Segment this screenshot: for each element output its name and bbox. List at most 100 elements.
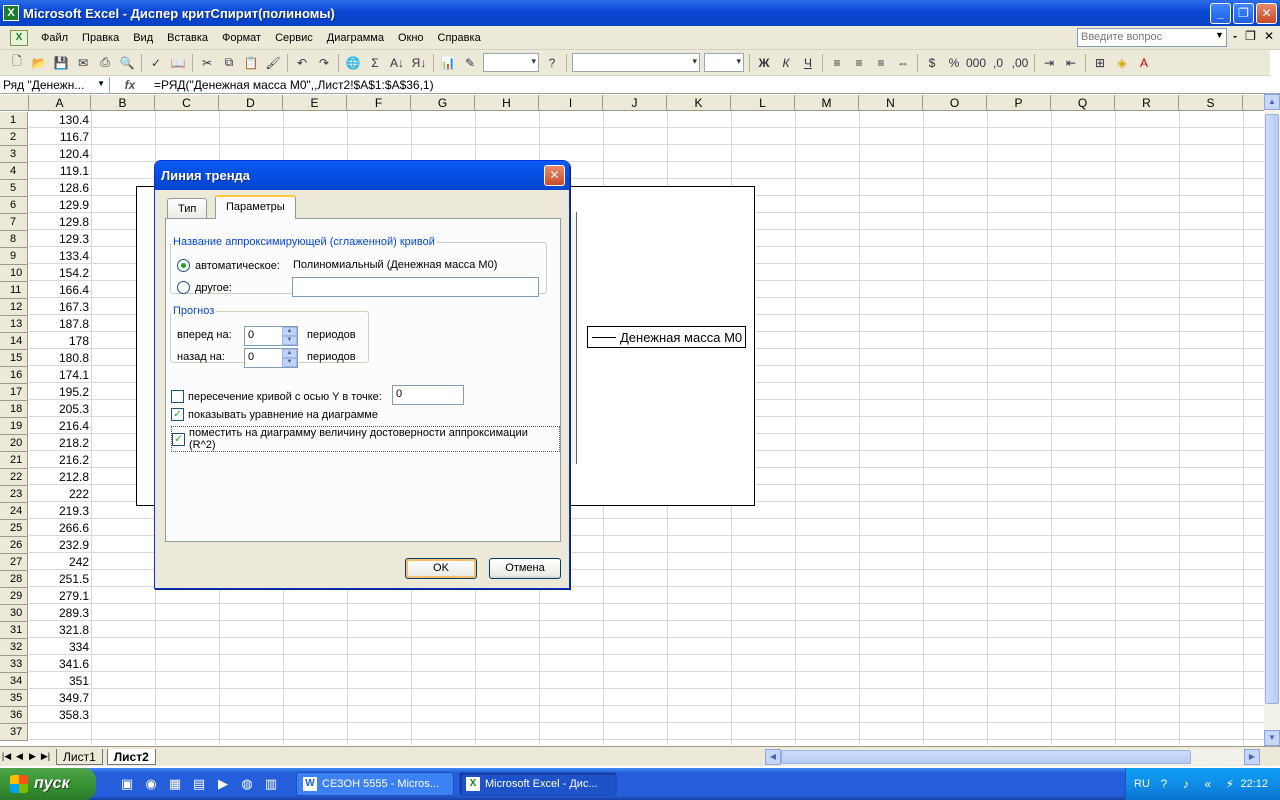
cell-a[interactable]: 212.8	[29, 469, 91, 486]
ask-question-input[interactable]: Введите вопрос	[1077, 28, 1227, 47]
start-button[interactable]: пуск	[0, 768, 96, 800]
align-center-icon[interactable]: ≡	[848, 53, 870, 73]
row-header[interactable]: 23	[0, 486, 28, 503]
thousands-icon[interactable]: 000	[965, 53, 987, 73]
tab-parameters[interactable]: Параметры	[215, 195, 296, 219]
merge-center-icon[interactable]: ⇔	[892, 53, 914, 73]
cell-a[interactable]: 341.6	[29, 656, 91, 673]
percent-icon[interactable]: %	[943, 53, 965, 73]
row-header[interactable]: 24	[0, 503, 28, 520]
language-indicator[interactable]: RU	[1134, 778, 1150, 790]
col-header-f[interactable]: F	[347, 95, 411, 111]
other-name-radio[interactable]	[177, 281, 190, 294]
spin-down-icon[interactable]: ▼	[282, 358, 297, 367]
chart-wizard-icon[interactable]: 📊	[437, 53, 459, 73]
cell-a[interactable]: 129.8	[29, 214, 91, 231]
col-header-j[interactable]: J	[603, 95, 667, 111]
cell-a[interactable]: 321.8	[29, 622, 91, 639]
menu-chart[interactable]: Диаграмма	[320, 32, 391, 44]
col-header-a[interactable]: A	[29, 95, 91, 111]
row-header[interactable]: 1	[0, 112, 28, 129]
cancel-button[interactable]: Отмена	[489, 558, 561, 579]
col-header-q[interactable]: Q	[1051, 95, 1115, 111]
cut-icon[interactable]: ✂	[196, 53, 218, 73]
prev-sheet-icon[interactable]: ◀	[13, 751, 26, 762]
horizontal-scroll-thumb[interactable]	[781, 750, 1191, 764]
cell-a[interactable]: 129.3	[29, 231, 91, 248]
other-name-option[interactable]: другое:	[177, 281, 232, 294]
cell-a[interactable]: 128.6	[29, 180, 91, 197]
app-icon[interactable]: ◍	[236, 773, 258, 795]
cell-a[interactable]: 222	[29, 486, 91, 503]
spelling-icon[interactable]: ✓	[145, 53, 167, 73]
menu-edit[interactable]: Правка	[75, 32, 126, 44]
cell-a[interactable]: 119.1	[29, 163, 91, 180]
sheet-tab-1[interactable]: Лист1	[56, 748, 103, 765]
cell-a[interactable]: 232.9	[29, 537, 91, 554]
row-header[interactable]: 21	[0, 452, 28, 469]
cell-a[interactable]: 279.1	[29, 588, 91, 605]
align-left-icon[interactable]: ≡	[826, 53, 848, 73]
cell-a[interactable]: 133.4	[29, 248, 91, 265]
row-header[interactable]: 27	[0, 554, 28, 571]
undo-icon[interactable]: ↶	[291, 53, 313, 73]
col-header-s[interactable]: S	[1179, 95, 1243, 111]
name-box[interactable]: Ряд "Денежн...	[0, 76, 110, 94]
first-sheet-icon[interactable]: |◀	[0, 751, 13, 762]
row-header[interactable]: 35	[0, 690, 28, 707]
menu-view[interactable]: Вид	[126, 32, 160, 44]
show-r2-option[interactable]: ✓ поместить на диаграмму величину достов…	[171, 426, 560, 452]
new-icon[interactable]: 🗋	[6, 53, 28, 73]
font-size-combo[interactable]	[704, 53, 744, 72]
row-header[interactable]: 2	[0, 129, 28, 146]
row-header[interactable]: 17	[0, 384, 28, 401]
menu-window[interactable]: Окно	[391, 32, 431, 44]
intercept-option[interactable]: пересечение кривой с осью Y в точке:	[171, 390, 382, 403]
cell-a[interactable]: 167.3	[29, 299, 91, 316]
col-header-i[interactable]: I	[539, 95, 603, 111]
cell-a[interactable]: 251.5	[29, 571, 91, 588]
row-header[interactable]: 10	[0, 265, 28, 282]
forward-periods-stepper[interactable]: 0 ▲ ▼	[244, 326, 298, 346]
dialog-close-button[interactable]: ✕	[544, 165, 565, 186]
show-r2-checkbox[interactable]: ✓	[172, 432, 185, 446]
menu-format[interactable]: Формат	[215, 32, 268, 44]
spin-down-icon[interactable]: ▼	[282, 336, 297, 345]
formula-input[interactable]: =РЯД("Денежная масса М0",,Лист2!$A$1:$A$…	[150, 78, 434, 92]
cell-a[interactable]: 242	[29, 554, 91, 571]
cell-a[interactable]: 187.8	[29, 316, 91, 333]
col-header-l[interactable]: L	[731, 95, 795, 111]
zoom-combo[interactable]	[483, 53, 539, 72]
chart-legend[interactable]: Денежная масса М0	[587, 326, 746, 348]
indent-icon[interactable]: ⇥	[1038, 53, 1060, 73]
col-header-r[interactable]: R	[1115, 95, 1179, 111]
italic-button[interactable]: К	[775, 53, 797, 73]
cell-a[interactable]: 130.4	[29, 112, 91, 129]
save-icon[interactable]: 💾	[50, 53, 72, 73]
cell-a[interactable]	[29, 724, 91, 741]
network-icon[interactable]: ⚡	[1222, 777, 1238, 791]
spin-up-icon[interactable]: ▲	[282, 349, 297, 358]
explorer-icon[interactable]: ▦	[164, 773, 186, 795]
vertical-scroll-thumb[interactable]	[1265, 114, 1279, 704]
sort-descending-icon[interactable]: Я↓	[408, 53, 430, 73]
row-header[interactable]: 19	[0, 418, 28, 435]
scroll-left-icon[interactable]: ◀	[765, 749, 781, 765]
row-header[interactable]: 20	[0, 435, 28, 452]
row-header[interactable]: 8	[0, 231, 28, 248]
last-sheet-icon[interactable]: ▶|	[39, 751, 52, 762]
cell-a[interactable]: 358.3	[29, 707, 91, 724]
row-header[interactable]: 6	[0, 197, 28, 214]
row-header[interactable]: 18	[0, 401, 28, 418]
cell-a[interactable]: 218.2	[29, 435, 91, 452]
row-header[interactable]: 11	[0, 282, 28, 299]
vertical-scrollbar[interactable]: ▲ ▼	[1264, 94, 1280, 746]
fill-color-icon[interactable]: ◈	[1111, 53, 1133, 73]
volume-icon[interactable]: ♪	[1178, 777, 1194, 791]
auto-name-option[interactable]: автоматическое:	[177, 259, 280, 272]
row-header[interactable]: 9	[0, 248, 28, 265]
col-header-g[interactable]: G	[411, 95, 475, 111]
row-header[interactable]: 25	[0, 520, 28, 537]
col-header-d[interactable]: D	[219, 95, 283, 111]
permission-icon[interactable]: ✉	[72, 53, 94, 73]
